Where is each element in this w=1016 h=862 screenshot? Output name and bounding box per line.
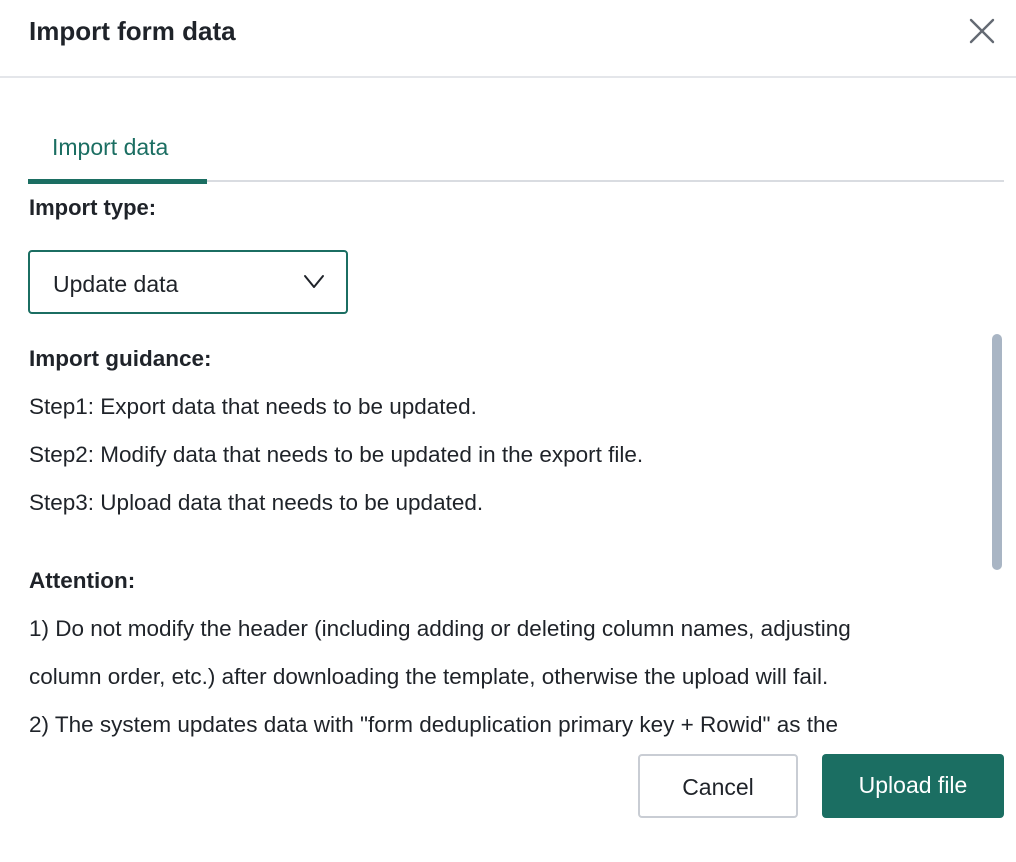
import-type-label: Import type: — [29, 195, 157, 220]
cancel-button[interactable]: Cancel — [638, 754, 798, 818]
dialog-header: Import form data — [0, 0, 1016, 78]
attention-line: column order, etc.) after downloading th… — [29, 664, 829, 689]
tab-label: Import data — [52, 134, 169, 160]
upload-file-button[interactable]: Upload file — [822, 754, 1004, 818]
dialog-footer: Cancel Upload file — [0, 745, 1016, 862]
guidance-step: Step1: Export data that needs to be upda… — [29, 394, 477, 419]
import-form-data-dialog: Import form data Import data Import type… — [0, 0, 1016, 862]
guidance-step: Step2: Modify data that needs to be upda… — [29, 442, 644, 467]
attention-line: 1) Do not modify the header (including a… — [29, 616, 851, 641]
guidance-scrollbar[interactable] — [990, 332, 1004, 742]
close-button[interactable] — [966, 15, 998, 47]
import-guidance-content: Import guidance: Step1: Export data that… — [29, 340, 979, 740]
tab-import-data[interactable]: Import data — [28, 118, 207, 184]
dialog-title: Import form data — [29, 16, 236, 46]
import-type-select[interactable]: Update data — [28, 250, 348, 314]
scrollbar-thumb[interactable] — [992, 334, 1002, 570]
cancel-button-label: Cancel — [682, 774, 754, 800]
close-icon — [969, 18, 995, 44]
attention-line: 2) The system updates data with "form de… — [29, 712, 839, 737]
upload-file-button-label: Upload file — [858, 772, 968, 798]
guidance-step: Step3: Upload data that needs to be upda… — [29, 490, 484, 515]
active-tab-indicator — [28, 179, 207, 184]
guidance-heading: Import guidance: — [29, 346, 212, 371]
attention-heading: Attention: — [29, 568, 136, 593]
chevron-down-icon — [302, 272, 326, 292]
import-type-selected-value: Update data — [53, 271, 179, 297]
tab-bar: Import data — [28, 118, 1004, 184]
